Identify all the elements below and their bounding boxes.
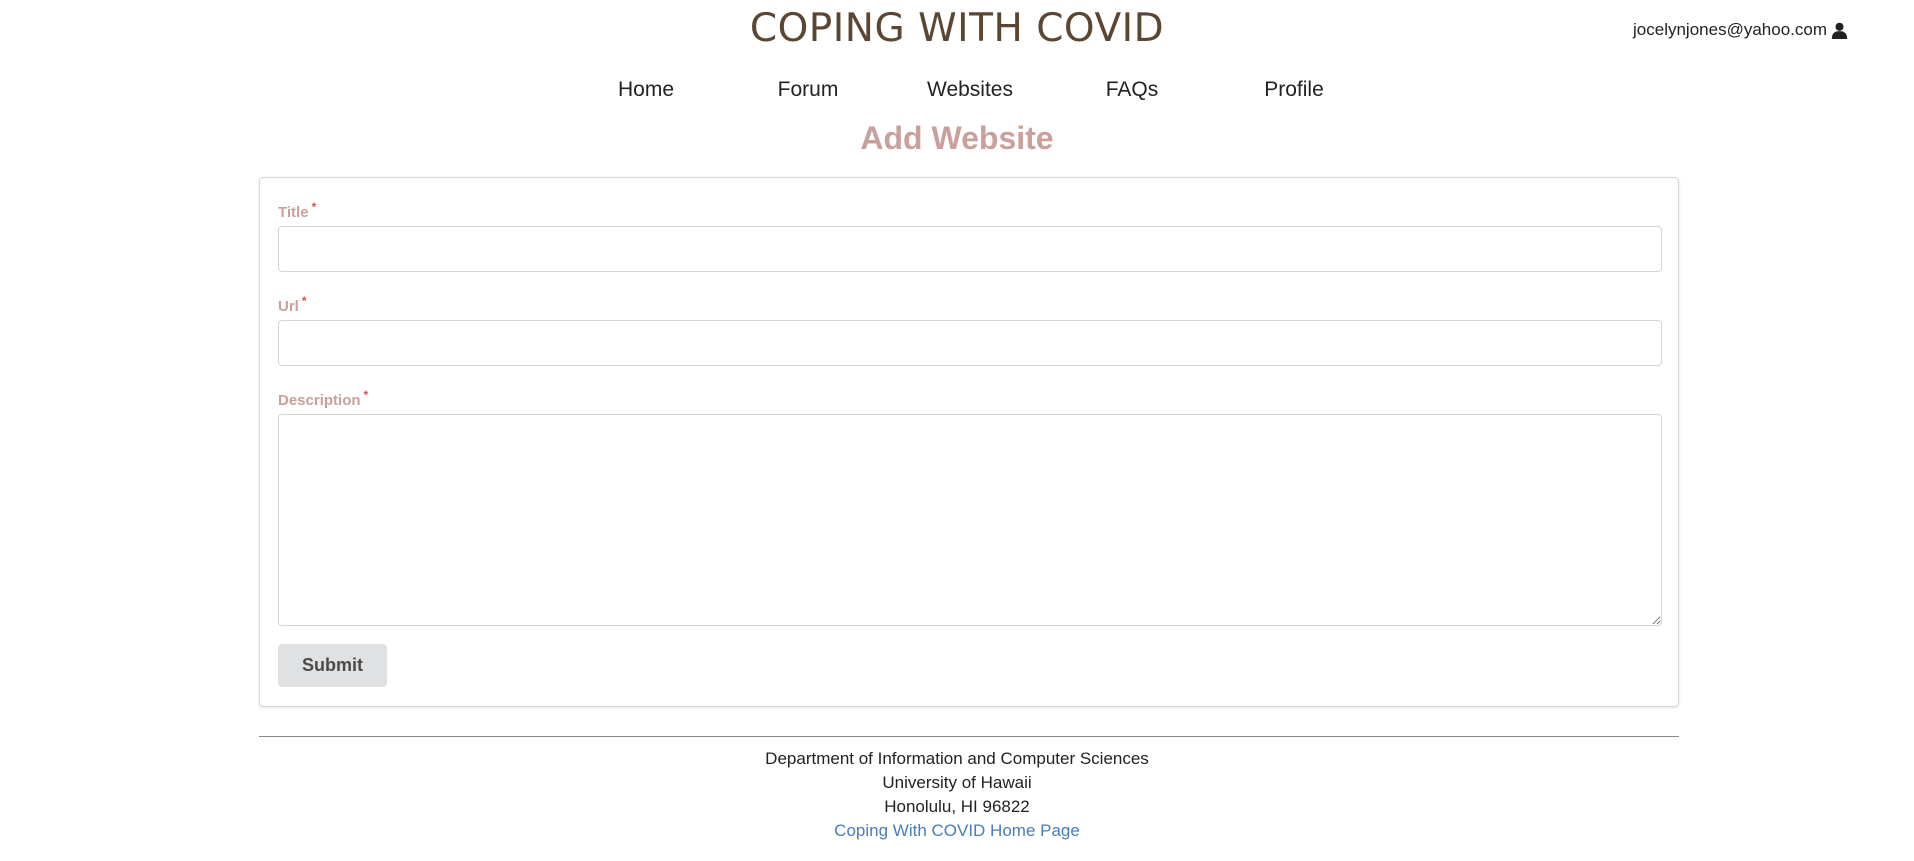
add-website-form: Title * Url * Description * Submit [259, 177, 1679, 707]
page-heading: Add Website [860, 120, 1054, 156]
url-label-text: Url [278, 298, 299, 315]
description-label: Description * [278, 388, 368, 409]
footer-university: University of Hawaii [882, 773, 1032, 792]
footer-address: Honolulu, HI 96822 [884, 797, 1030, 816]
user-email[interactable]: jocelynjones@yahoo.com [1633, 20, 1827, 40]
required-marker: * [363, 388, 369, 402]
footer: Department of Information and Computer S… [0, 747, 1914, 843]
description-textarea[interactable] [278, 414, 1662, 626]
nav-profile[interactable]: Profile [1264, 78, 1324, 102]
title-label-text: Title [278, 204, 309, 221]
submit-button[interactable]: Submit [278, 644, 387, 687]
user-icon[interactable] [1831, 22, 1848, 39]
url-input[interactable] [278, 320, 1662, 366]
nav-forum[interactable]: Forum [778, 78, 839, 102]
footer-department: Department of Information and Computer S… [765, 749, 1149, 768]
title-input[interactable] [278, 226, 1662, 272]
required-marker: * [311, 200, 317, 214]
footer-divider [259, 736, 1679, 737]
nav-home[interactable]: Home [618, 78, 674, 102]
required-marker: * [301, 294, 307, 308]
nav-websites[interactable]: Websites [927, 78, 1013, 102]
user-menu[interactable]: jocelynjones@yahoo.com [1633, 20, 1848, 40]
description-label-text: Description [278, 392, 361, 409]
site-title: COPING WITH COVID [749, 6, 1165, 51]
nav-faqs[interactable]: FAQs [1106, 78, 1159, 102]
footer-home-link[interactable]: Coping With COVID Home Page [834, 821, 1080, 840]
page: COPING WITH COVID jocelynjones@yahoo.com… [0, 0, 1914, 861]
main-nav: Home Forum Websites FAQs Profile [0, 78, 1914, 108]
url-label: Url * [278, 294, 307, 315]
title-label: Title * [278, 200, 316, 221]
